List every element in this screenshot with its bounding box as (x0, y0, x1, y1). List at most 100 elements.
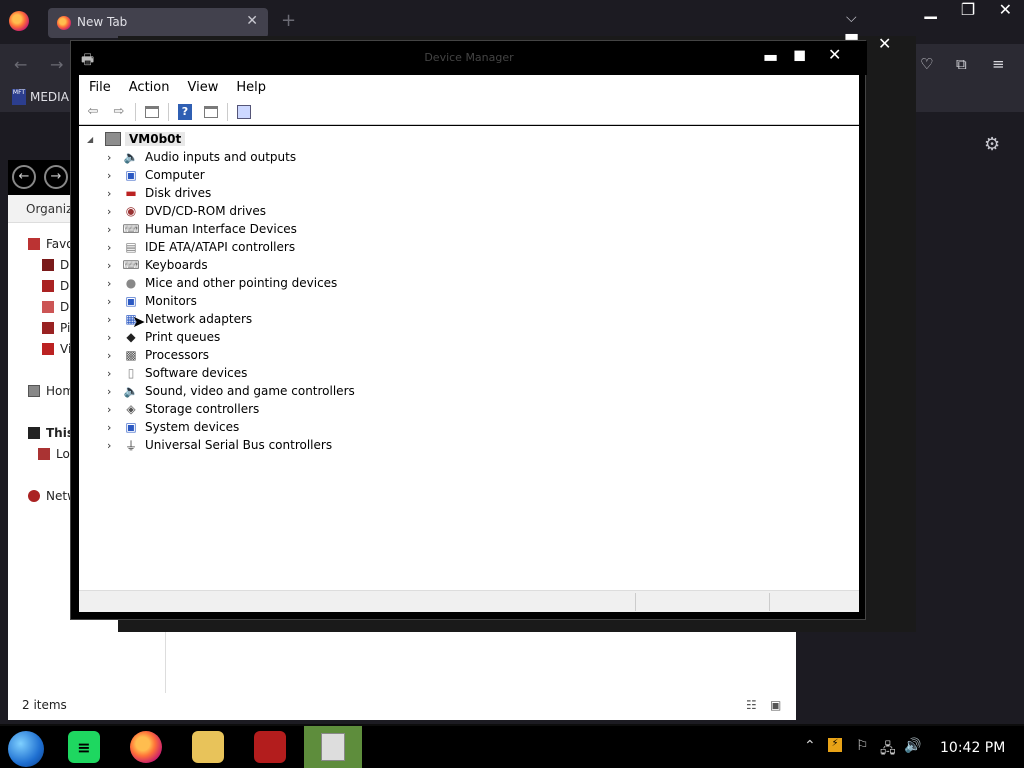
details-view-icon[interactable]: ☷ (746, 698, 757, 712)
browser-tab[interactable]: New Tab ✕ (48, 8, 268, 38)
minimize-icon[interactable]: ▬ (763, 47, 778, 66)
spotify-app-icon[interactable]: ≡ (68, 731, 100, 763)
bookmark-item[interactable]: MFT MEDIAI (12, 89, 72, 105)
expand-chevron-icon[interactable]: › (107, 277, 117, 290)
device-category-label: Computer (145, 168, 205, 182)
file-explorer-app-icon[interactable] (192, 731, 224, 763)
tray-shield-icon[interactable]: ⚐ (856, 738, 869, 754)
expand-chevron-icon[interactable]: › (107, 259, 117, 272)
device-category-row[interactable]: › ⏚ Universal Serial Bus controllers (107, 436, 332, 454)
device-category-label: Mice and other pointing devices (145, 276, 338, 290)
new-tab-icon[interactable]: + (281, 10, 296, 31)
start-orb-icon[interactable] (8, 731, 44, 767)
expand-chevron-icon[interactable]: › (107, 421, 117, 434)
collapse-caret-icon[interactable]: ◢ (87, 135, 101, 144)
clock[interactable]: 10:42 PM (940, 740, 1005, 756)
expand-chevron-icon[interactable]: › (107, 385, 117, 398)
device-category-row[interactable]: › ▯ Software devices (107, 364, 247, 382)
expand-chevron-icon[interactable]: › (107, 331, 117, 344)
properties-icon[interactable] (201, 103, 221, 121)
expand-chevron-icon[interactable]: › (107, 205, 117, 218)
device-category-label: Universal Serial Bus controllers (145, 438, 333, 452)
show-hide-console-tree-icon[interactable] (142, 103, 162, 121)
this-pc-item[interactable]: This (28, 426, 74, 440)
firefox-logo-icon[interactable] (9, 11, 29, 31)
expand-chevron-icon[interactable]: › (107, 151, 117, 164)
device-category-row[interactable]: › ◆ Print queues (107, 328, 220, 346)
pocket-icon[interactable]: ♡ (920, 55, 933, 73)
local-disk-item[interactable]: Lo (38, 447, 70, 461)
device-category-row[interactable]: › ▣ Monitors (107, 292, 197, 310)
settings-gear-icon[interactable]: ⚙ (984, 134, 1000, 155)
mouse-icon: ● (125, 276, 137, 290)
back-arrow-icon[interactable]: ← (14, 55, 27, 74)
device-category-label: Processors (145, 348, 210, 362)
favorites-item[interactable]: Favo (28, 237, 74, 251)
expand-chevron-icon[interactable]: › (107, 169, 117, 182)
explorer-forward-icon[interactable]: → (44, 165, 68, 189)
device-category-label: Keyboards (145, 258, 208, 272)
menu-action[interactable]: Action (129, 80, 170, 95)
extensions-icon[interactable]: ⧉ (956, 55, 967, 73)
tray-app-icon[interactable]: ⚡ (828, 738, 842, 752)
back-window-close-icon[interactable]: ✕ (878, 34, 891, 53)
close-icon[interactable]: ✕ (987, 0, 1024, 20)
tab-close-icon[interactable]: ✕ (246, 13, 258, 29)
speaker-icon: 🔈 (123, 150, 139, 164)
expand-chevron-icon[interactable]: › (107, 349, 117, 362)
menu-help[interactable]: Help (236, 80, 266, 95)
help-icon[interactable]: ? (175, 103, 195, 121)
forward-arrow-icon[interactable]: → (50, 55, 63, 74)
device-category-row[interactable]: › ● Mice and other pointing devices (107, 274, 337, 292)
restore-icon[interactable]: ❐ (949, 0, 986, 20)
device-category-row[interactable]: › ⌨ Human Interface Devices (107, 220, 297, 238)
home-item[interactable]: Hom (28, 384, 74, 398)
expand-chevron-icon[interactable]: › (107, 313, 117, 326)
close-icon[interactable]: ✕ (828, 45, 841, 64)
device-category-label: Sound, video and game controllers (145, 384, 355, 398)
expand-chevron-icon[interactable]: › (107, 367, 117, 380)
maximize-icon[interactable]: ◼ (793, 45, 806, 64)
expand-chevron-icon[interactable]: › (107, 241, 117, 254)
tab-list-chevron-icon[interactable]: ⌵ (846, 10, 857, 26)
firefox-app-icon[interactable] (130, 731, 162, 763)
network-status-icon[interactable]: 🖧 (880, 738, 896, 762)
red-app-icon[interactable] (254, 731, 286, 763)
menu-view[interactable]: View (187, 80, 218, 95)
scan-hardware-icon[interactable] (234, 103, 254, 121)
expand-chevron-icon[interactable]: › (107, 223, 117, 236)
device-category-row[interactable]: › 🔈 Sound, video and game controllers (107, 382, 355, 400)
expand-chevron-icon[interactable]: › (107, 187, 117, 200)
sound-icon: 🔈 (123, 384, 139, 398)
forward-icon[interactable]: ⇨ (109, 103, 129, 121)
explorer-back-icon[interactable]: ← (12, 165, 36, 189)
menu-file[interactable]: File (89, 80, 111, 95)
tray-chevron-icon[interactable]: ⌃ (804, 738, 816, 754)
device-category-row[interactable]: › ▤ IDE ATA/ATAPI controllers (107, 238, 295, 256)
tree-root[interactable]: ◢ VM0b0t (87, 130, 186, 148)
disk-drive-icon: ▬ (125, 186, 137, 200)
volume-icon[interactable]: 🔊 (904, 738, 921, 754)
device-category-row[interactable]: › ◉ DVD/CD-ROM drives (107, 202, 266, 220)
device-category-row[interactable]: › ▣ System devices (107, 418, 239, 436)
device-manager-titlebar[interactable]: 🖶 Device Manager ▬ ◼ ✕ (71, 41, 867, 75)
device-category-row[interactable]: › ◈ Storage controllers (107, 400, 259, 418)
tiles-view-icon[interactable]: ▣ (770, 698, 781, 712)
window-title: Device Manager (424, 51, 514, 64)
device-category-row[interactable]: › ▩ Processors (107, 346, 209, 364)
back-icon[interactable]: ⇦ (83, 103, 103, 121)
device-category-row[interactable]: › ▦ Network adapters (107, 310, 252, 328)
menu-icon[interactable]: ≡ (992, 55, 1005, 73)
expand-chevron-icon[interactable]: › (107, 403, 117, 416)
expand-chevron-icon[interactable]: › (107, 295, 117, 308)
device-category-row[interactable]: › 🔈 Audio inputs and outputs (107, 148, 296, 166)
device-manager-app-icon[interactable] (304, 726, 362, 768)
home-icon (28, 385, 40, 397)
minimize-icon[interactable]: ▁ (912, 0, 949, 20)
expand-chevron-icon[interactable]: › (107, 439, 117, 452)
device-category-row[interactable]: › ▬ Disk drives (107, 184, 211, 202)
device-category-row[interactable]: › ⌨ Keyboards (107, 256, 208, 274)
device-category-row[interactable]: › ▣ Computer (107, 166, 205, 184)
local-disk-label: Lo (56, 447, 70, 461)
status-bar (79, 590, 859, 612)
